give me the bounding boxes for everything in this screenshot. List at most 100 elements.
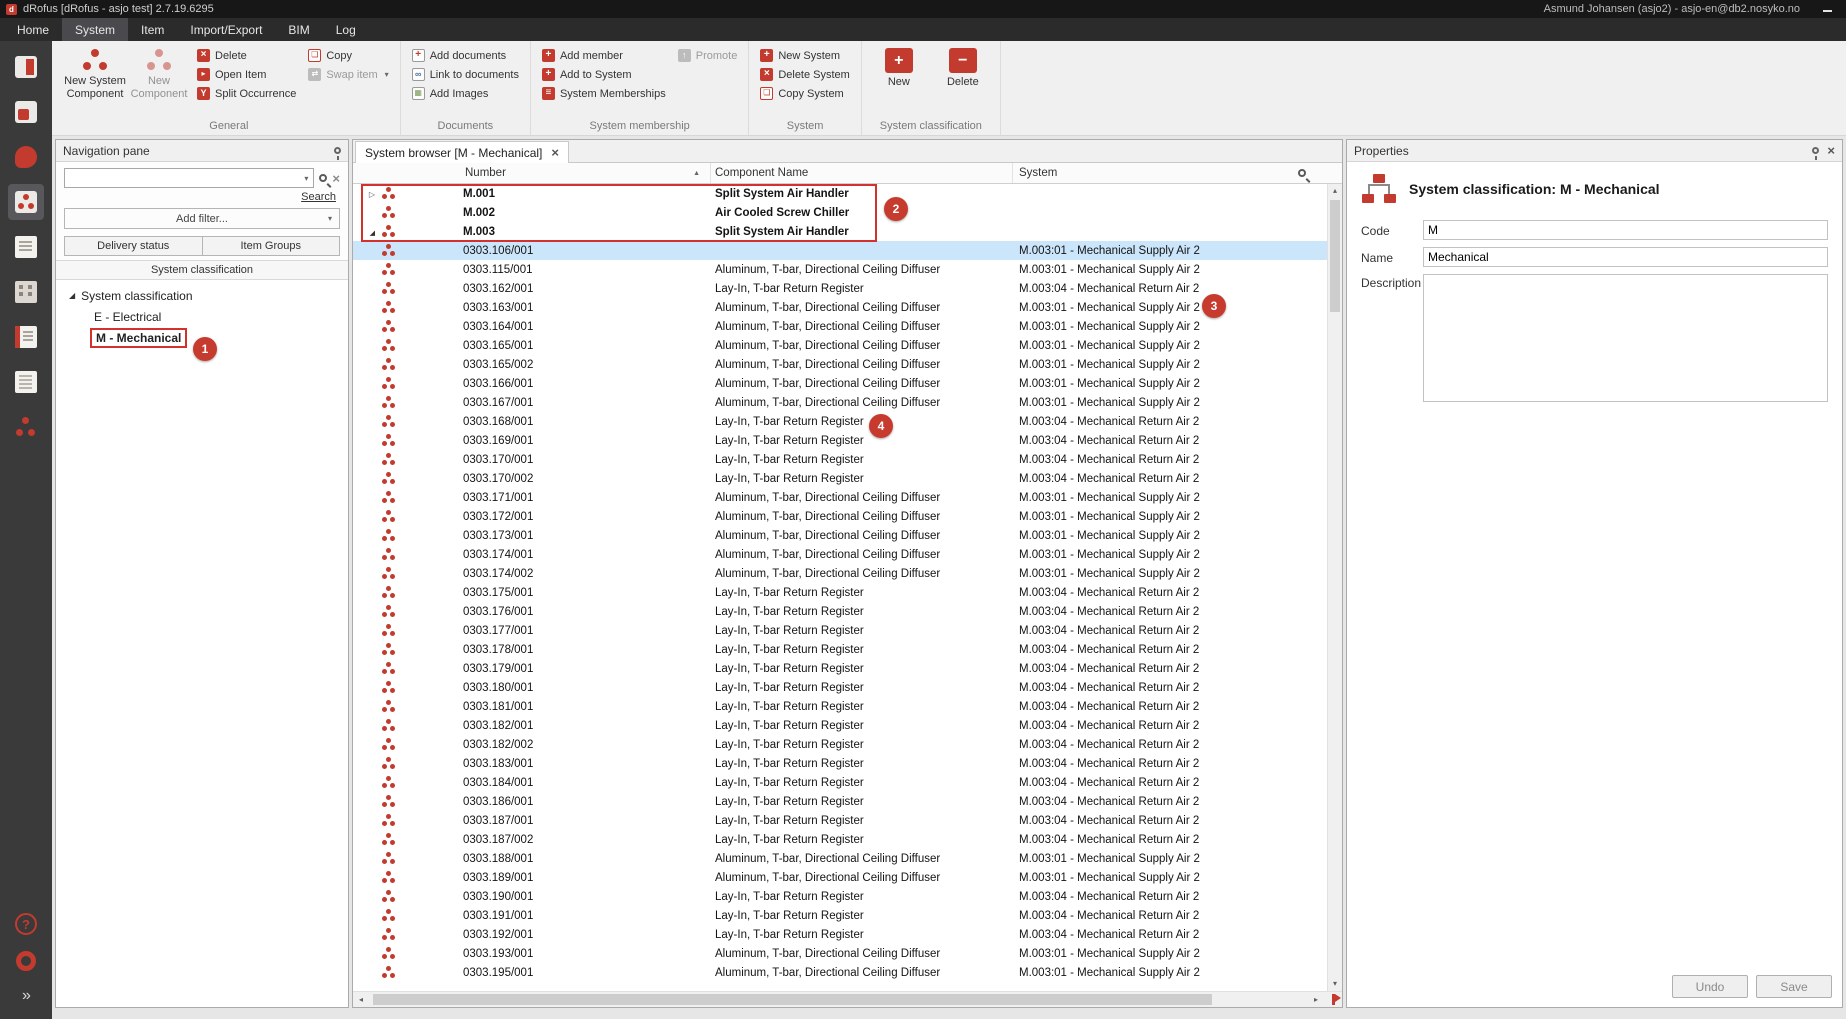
close-pane-icon[interactable]: × (1827, 144, 1835, 157)
nav-tab-delivery-status[interactable]: Delivery status (64, 236, 203, 256)
system-browser-tab[interactable]: System browser [M - Mechanical] × (355, 141, 569, 163)
add-documents-button[interactable]: Add documents (412, 48, 519, 63)
table-row[interactable]: 0303.182/002 Lay-In, T-bar Return Regist… (353, 735, 1327, 754)
table-row[interactable]: M.001 Split System Air Handler (353, 184, 1327, 203)
table-row[interactable]: 0303.187/002 Lay-In, T-bar Return Regist… (353, 830, 1327, 849)
column-search[interactable] (1290, 169, 1342, 177)
add-member-button[interactable]: Add member (542, 48, 666, 63)
add-filter-button[interactable]: Add filter... ▾ (64, 208, 340, 229)
scrollbar-thumb[interactable] (373, 994, 1212, 1005)
table-row[interactable]: 0303.179/001 Lay-In, T-bar Return Regist… (353, 659, 1327, 678)
logs-module-icon[interactable] (8, 364, 44, 400)
add-to-system-button[interactable]: Add to System (542, 67, 666, 82)
table-row[interactable]: 0303.163/001 Aluminum, T-bar, Directiona… (353, 298, 1327, 317)
table-row[interactable]: 0303.173/001 Aluminum, T-bar, Directiona… (353, 526, 1327, 545)
scrollbar-thumb[interactable] (1330, 200, 1340, 312)
table-row[interactable]: 0303.164/001 Aluminum, T-bar, Directiona… (353, 317, 1327, 336)
table-row[interactable]: 0303.169/001 Lay-In, T-bar Return Regist… (353, 431, 1327, 450)
table-row[interactable]: 0303.177/001 Lay-In, T-bar Return Regist… (353, 621, 1327, 640)
menu-tab-home[interactable]: Home (4, 18, 62, 41)
products-module-icon[interactable] (8, 139, 44, 175)
new-component-button[interactable]: New Component (127, 45, 191, 103)
link-to-documents-button[interactable]: Link to documents (412, 67, 519, 82)
delete-button[interactable]: Delete (197, 48, 296, 63)
horizontal-scrollbar[interactable]: ◂ ▸ (353, 991, 1342, 1007)
split-occurrence-button[interactable]: Split Occurrence (197, 86, 296, 101)
column-header-number[interactable]: Number ▲ (353, 163, 711, 183)
nav-tab-item-groups[interactable]: Item Groups (202, 236, 341, 256)
copy-system-button[interactable]: Copy System (760, 86, 850, 101)
search-input[interactable] (65, 170, 297, 186)
expand-toggle-icon[interactable] (353, 226, 375, 238)
help-icon[interactable] (15, 913, 37, 935)
table-row[interactable]: 0303.175/001 Lay-In, T-bar Return Regist… (353, 583, 1327, 602)
new-classification-button[interactable]: + New (867, 45, 931, 92)
table-row[interactable]: 0303.170/001 Lay-In, T-bar Return Regist… (353, 450, 1327, 469)
menu-tab-import-export[interactable]: Import/Export (177, 18, 275, 41)
expand-toggle-icon[interactable]: ◢ (69, 291, 75, 300)
menu-tab-system[interactable]: System (62, 18, 128, 41)
expand-toggle-icon[interactable] (353, 188, 375, 200)
system-memberships-button[interactable]: System Memberships (542, 86, 666, 101)
promote-button[interactable]: Promote (678, 48, 738, 63)
relations-module-icon[interactable] (8, 409, 44, 445)
pin-icon[interactable] (1812, 147, 1819, 154)
table-row[interactable]: 0303.170/002 Lay-In, T-bar Return Regist… (353, 469, 1327, 488)
description-field[interactable] (1423, 274, 1828, 402)
minimize-button[interactable] (1814, 3, 1840, 15)
scroll-right-icon[interactable]: ▸ (1308, 995, 1324, 1004)
clear-search-icon[interactable]: × (332, 171, 340, 186)
reports-module-icon[interactable] (8, 319, 44, 355)
close-tab-icon[interactable]: × (551, 146, 559, 159)
table-row[interactable]: 0303.189/001 Aluminum, T-bar, Directiona… (353, 868, 1327, 887)
table-row[interactable]: 0303.183/001 Lay-In, T-bar Return Regist… (353, 754, 1327, 773)
documents-module-icon[interactable] (8, 229, 44, 265)
systems-module-icon[interactable] (8, 184, 44, 220)
delete-system-button[interactable]: Delete System (760, 67, 850, 82)
table-row[interactable]: 0303.165/002 Aluminum, T-bar, Directiona… (353, 355, 1327, 374)
new-system-component-button[interactable]: New System Component (63, 45, 127, 103)
table-row[interactable]: 0303.174/001 Aluminum, T-bar, Directiona… (353, 545, 1327, 564)
buildings-module-icon[interactable] (8, 274, 44, 310)
name-field[interactable] (1423, 247, 1828, 267)
open-item-button[interactable]: Open Item (197, 67, 296, 82)
room-data-module-icon[interactable] (8, 94, 44, 130)
table-row[interactable]: 0303.184/001 Lay-In, T-bar Return Regist… (353, 773, 1327, 792)
rooms-module-icon[interactable] (8, 49, 44, 85)
table-row[interactable]: 0303.187/001 Lay-In, T-bar Return Regist… (353, 811, 1327, 830)
table-row[interactable]: M.003 Split System Air Handler (353, 222, 1327, 241)
table-row[interactable]: 0303.181/001 Lay-In, T-bar Return Regist… (353, 697, 1327, 716)
add-images-button[interactable]: Add Images (412, 86, 519, 101)
table-row[interactable]: 0303.178/001 Lay-In, T-bar Return Regist… (353, 640, 1327, 659)
menu-tab-item[interactable]: Item (128, 18, 177, 41)
swap-item-button[interactable]: Swap item ▾ (308, 67, 388, 82)
menu-tab-bim[interactable]: BIM (275, 18, 322, 41)
table-row[interactable]: 0303.171/001 Aluminum, T-bar, Directiona… (353, 488, 1327, 507)
table-row[interactable]: 0303.168/001 Lay-In, T-bar Return Regist… (353, 412, 1327, 431)
scroll-down-icon[interactable]: ▾ (1333, 977, 1337, 991)
expand-sidebar-icon[interactable]: » (22, 987, 30, 1005)
table-row[interactable]: 0303.182/001 Lay-In, T-bar Return Regist… (353, 716, 1327, 735)
table-row[interactable]: 0303.188/001 Aluminum, T-bar, Directiona… (353, 849, 1327, 868)
table-row[interactable]: 0303.176/001 Lay-In, T-bar Return Regist… (353, 602, 1327, 621)
tree-item-system-classification[interactable]: ◢ System classification (56, 285, 348, 306)
menu-tab-log[interactable]: Log (323, 18, 369, 41)
copy-button[interactable]: Copy (308, 48, 388, 63)
pin-icon[interactable] (334, 147, 341, 154)
new-system-button[interactable]: New System (760, 48, 850, 63)
table-row[interactable]: 0303.166/001 Aluminum, T-bar, Directiona… (353, 374, 1327, 393)
column-header-component-name[interactable]: Component Name (711, 163, 1013, 183)
delete-classification-button[interactable]: − Delete (931, 45, 995, 92)
table-row[interactable]: 0303.186/001 Lay-In, T-bar Return Regist… (353, 792, 1327, 811)
search-link[interactable]: Search (64, 188, 340, 208)
table-row[interactable]: 0303.190/001 Lay-In, T-bar Return Regist… (353, 887, 1327, 906)
table-row[interactable]: 0303.191/001 Lay-In, T-bar Return Regist… (353, 906, 1327, 925)
table-row[interactable]: 0303.106/001 M.003:01 - Mechanical Suppl… (353, 241, 1327, 260)
table-row[interactable]: 0303.165/001 Aluminum, T-bar, Directiona… (353, 336, 1327, 355)
table-row[interactable]: 0303.180/001 Lay-In, T-bar Return Regist… (353, 678, 1327, 697)
settings-icon[interactable] (16, 951, 36, 971)
table-row[interactable]: 0303.193/001 Aluminum, T-bar, Directiona… (353, 944, 1327, 963)
column-header-system[interactable]: System (1013, 163, 1290, 183)
table-row[interactable]: M.002 Air Cooled Screw Chiller (353, 203, 1327, 222)
scroll-up-icon[interactable]: ▴ (1333, 184, 1337, 198)
